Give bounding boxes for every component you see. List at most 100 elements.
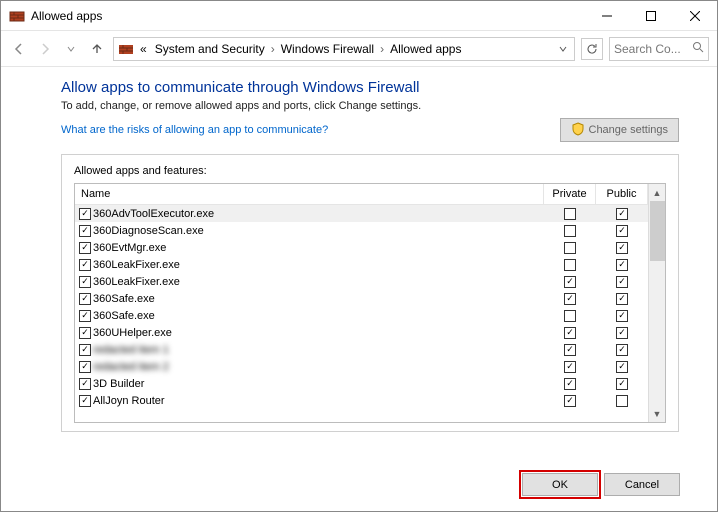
app-name: 360LeakFixer.exe	[93, 276, 180, 288]
app-name: 360LeakFixer.exe	[93, 259, 180, 271]
close-button[interactable]	[673, 1, 717, 31]
public-checkbox[interactable]	[616, 208, 628, 220]
recent-dropdown[interactable]	[61, 39, 81, 59]
search-input[interactable]: Search Co...	[609, 37, 709, 61]
app-name: 360EvtMgr.exe	[93, 242, 166, 254]
enabled-checkbox[interactable]	[79, 327, 91, 339]
table-row[interactable]: 360Safe.exe	[75, 290, 648, 307]
minimize-button[interactable]	[585, 1, 629, 31]
public-checkbox[interactable]	[616, 327, 628, 339]
change-settings-button[interactable]: Change settings	[560, 118, 680, 142]
enabled-checkbox[interactable]	[79, 395, 91, 407]
app-name: AllJoyn Router	[93, 395, 165, 407]
table-row[interactable]: 360AdvToolExecutor.exe	[75, 205, 648, 222]
table-row[interactable]: AllJoyn Router	[75, 392, 648, 409]
maximize-button[interactable]	[629, 1, 673, 31]
chevron-right-icon: ›	[271, 42, 275, 56]
enabled-checkbox[interactable]	[79, 310, 91, 322]
allowed-apps-group: Allowed apps and features: Name Private …	[61, 154, 679, 432]
table-row[interactable]: 360DiagnoseScan.exe	[75, 222, 648, 239]
enabled-checkbox[interactable]	[79, 242, 91, 254]
group-label: Allowed apps and features:	[74, 165, 666, 177]
private-checkbox[interactable]	[564, 344, 576, 356]
scrollbar[interactable]: ▲ ▼	[648, 184, 665, 422]
search-placeholder: Search Co...	[614, 42, 681, 56]
window-title: Allowed apps	[31, 9, 585, 23]
public-checkbox[interactable]	[616, 395, 628, 407]
enabled-checkbox[interactable]	[79, 344, 91, 356]
shield-icon	[571, 122, 585, 139]
breadcrumb-prefix[interactable]: «	[138, 42, 149, 56]
private-checkbox[interactable]	[564, 310, 576, 322]
up-button[interactable]	[87, 39, 107, 59]
forward-button[interactable]	[35, 39, 55, 59]
table-row[interactable]: 360UHelper.exe	[75, 324, 648, 341]
scroll-thumb[interactable]	[650, 201, 665, 261]
page-subtext: To add, change, or remove allowed apps a…	[61, 100, 679, 112]
app-name: 360Safe.exe	[93, 310, 155, 322]
app-name: 360UHelper.exe	[93, 327, 172, 339]
private-checkbox[interactable]	[564, 208, 576, 220]
scroll-down-button[interactable]: ▼	[650, 405, 665, 422]
public-checkbox[interactable]	[616, 344, 628, 356]
private-checkbox[interactable]	[564, 378, 576, 390]
public-checkbox[interactable]	[616, 310, 628, 322]
enabled-checkbox[interactable]	[79, 208, 91, 220]
apps-list: Name Private Public 360AdvToolExecutor.e…	[74, 183, 666, 423]
private-checkbox[interactable]	[564, 225, 576, 237]
table-row[interactable]: redacted item 2	[75, 358, 648, 375]
enabled-checkbox[interactable]	[79, 378, 91, 390]
search-icon	[692, 41, 704, 56]
private-checkbox[interactable]	[564, 259, 576, 271]
enabled-checkbox[interactable]	[79, 225, 91, 237]
page-title: Allow apps to communicate through Window…	[61, 79, 679, 96]
table-row[interactable]: 3D Builder	[75, 375, 648, 392]
app-name: 360Safe.exe	[93, 293, 155, 305]
app-name: redacted item 2	[93, 361, 169, 373]
cancel-button[interactable]: Cancel	[604, 473, 680, 496]
ok-button[interactable]: OK	[522, 473, 598, 496]
private-checkbox[interactable]	[564, 327, 576, 339]
enabled-checkbox[interactable]	[79, 276, 91, 288]
table-row[interactable]: 360Safe.exe	[75, 307, 648, 324]
table-row[interactable]: redacted item 1	[75, 341, 648, 358]
enabled-checkbox[interactable]	[79, 361, 91, 373]
breadcrumb-item[interactable]: System and Security	[153, 42, 267, 56]
navbar: « System and Security › Windows Firewall…	[1, 31, 717, 67]
table-row[interactable]: 360LeakFixer.exe	[75, 256, 648, 273]
public-checkbox[interactable]	[616, 259, 628, 271]
table-row[interactable]: 360LeakFixer.exe	[75, 273, 648, 290]
firewall-icon	[9, 8, 25, 24]
scroll-up-button[interactable]: ▲	[650, 184, 665, 201]
risks-link[interactable]: What are the risks of allowing an app to…	[61, 124, 328, 136]
app-name: redacted item 1	[93, 344, 169, 356]
refresh-button[interactable]	[581, 38, 603, 60]
column-name[interactable]: Name	[75, 184, 544, 204]
private-checkbox[interactable]	[564, 276, 576, 288]
enabled-checkbox[interactable]	[79, 293, 91, 305]
private-checkbox[interactable]	[564, 242, 576, 254]
address-dropdown[interactable]	[556, 44, 570, 54]
app-name: 360DiagnoseScan.exe	[93, 225, 204, 237]
column-public[interactable]: Public	[596, 184, 648, 204]
address-bar[interactable]: « System and Security › Windows Firewall…	[113, 37, 575, 61]
column-private[interactable]: Private	[544, 184, 596, 204]
chevron-right-icon: ›	[380, 42, 384, 56]
public-checkbox[interactable]	[616, 378, 628, 390]
back-button[interactable]	[9, 39, 29, 59]
public-checkbox[interactable]	[616, 242, 628, 254]
breadcrumb-item[interactable]: Windows Firewall	[279, 42, 376, 56]
public-checkbox[interactable]	[616, 225, 628, 237]
breadcrumb-item[interactable]: Allowed apps	[388, 42, 463, 56]
private-checkbox[interactable]	[564, 361, 576, 373]
list-header: Name Private Public	[75, 184, 648, 205]
enabled-checkbox[interactable]	[79, 259, 91, 271]
firewall-icon	[118, 41, 134, 57]
app-name: 3D Builder	[93, 378, 144, 390]
public-checkbox[interactable]	[616, 276, 628, 288]
public-checkbox[interactable]	[616, 293, 628, 305]
private-checkbox[interactable]	[564, 293, 576, 305]
public-checkbox[interactable]	[616, 361, 628, 373]
private-checkbox[interactable]	[564, 395, 576, 407]
table-row[interactable]: 360EvtMgr.exe	[75, 239, 648, 256]
